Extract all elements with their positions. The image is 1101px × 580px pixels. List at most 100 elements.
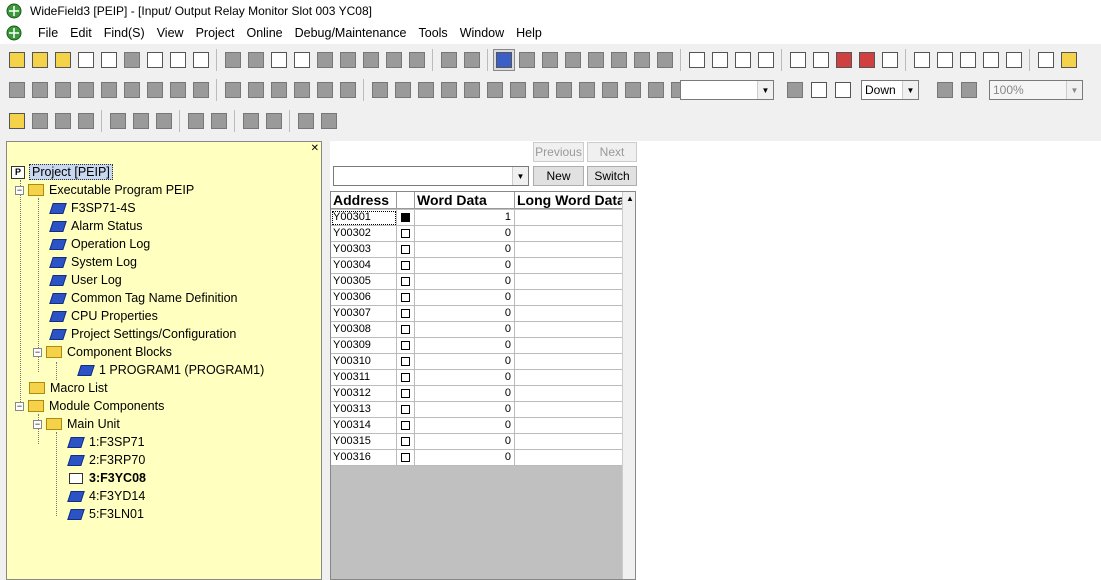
cell-long-word-data[interactable]: 0 [515,226,635,242]
cell-address[interactable]: Y00310 [331,354,397,370]
cell-bit[interactable] [397,258,415,274]
cell-bit[interactable] [397,386,415,402]
cell-address[interactable]: Y00305 [331,274,397,290]
force-off-icon[interactable] [934,49,956,71]
cell-bit[interactable] [397,226,415,242]
zoom-in-icon[interactable] [585,49,607,71]
next-button[interactable]: Next [587,142,637,162]
tree-item-operation-log[interactable]: Operation Log [49,235,150,253]
compare-icon[interactable] [415,79,437,101]
zoom-out-icon[interactable] [608,49,630,71]
list-icon[interactable] [383,49,405,71]
traffic-light-icon[interactable] [833,49,855,71]
tree-module-3[interactable]: 3:F3YC08 [69,469,146,487]
orn-icon[interactable] [98,79,120,101]
cell-address[interactable]: Y00312 [331,386,397,402]
monitor-icon[interactable] [190,49,212,71]
cell-word-data[interactable]: 0 [415,402,515,418]
cell-long-word-data[interactable]: 0 [515,274,635,290]
upload-icon[interactable] [810,49,832,71]
bit-checkbox[interactable] [401,437,410,446]
table-row[interactable]: Y00309 00 [331,338,635,354]
jump-icon[interactable] [631,49,653,71]
instruction-icon[interactable] [562,49,584,71]
cell-long-word-data[interactable]: 1 [515,210,635,226]
table-row[interactable]: Y00315 00 [331,434,635,450]
cell-bit[interactable] [397,450,415,466]
cell-bit[interactable] [397,210,415,226]
cell-word-data[interactable]: 0 [415,242,515,258]
cell-bit[interactable] [397,434,415,450]
cnt-icon[interactable] [291,79,313,101]
paste-special-icon[interactable] [314,49,336,71]
shift-icon[interactable] [438,79,460,101]
binoculars-icon[interactable] [784,79,806,101]
or-icon[interactable] [75,79,97,101]
tree-module-4[interactable]: 4:F3YD14 [67,487,145,505]
zoom-in-icon[interactable] [934,79,956,101]
rst-icon[interactable] [337,79,359,101]
header-address[interactable]: Address [331,192,397,209]
cell-bit[interactable] [397,418,415,434]
menu-file[interactable]: File [32,26,64,40]
comment-icon[interactable] [295,110,317,132]
cell-address[interactable]: Y00304 [331,258,397,274]
chevron-down-icon[interactable]: ▼ [512,167,528,185]
cell-word-data[interactable]: 0 [415,370,515,386]
tree-component-blocks[interactable]: − Component Blocks [33,343,172,361]
cell-long-word-data[interactable]: 0 [515,322,635,338]
cell-bit[interactable] [397,354,415,370]
tree-module-1[interactable]: 1:F3SP71 [67,433,145,451]
falling-edge-icon[interactable] [392,79,414,101]
cell-word-data[interactable]: 0 [415,226,515,242]
dwn-icon[interactable] [645,79,667,101]
cell-long-word-data[interactable]: 0 [515,354,635,370]
branch-open-icon[interactable] [553,79,575,101]
trace-stop-icon[interactable] [980,49,1002,71]
table-row[interactable]: Y00303 00 [331,242,635,258]
bit-checkbox[interactable] [401,277,410,286]
header-bit[interactable] [397,192,415,209]
ld-icon[interactable] [29,79,51,101]
chevron-down-icon[interactable]: ▼ [1066,81,1082,99]
table-row[interactable]: Y00305 00 [331,274,635,290]
vertical-scrollbar[interactable]: ▲ [622,192,635,579]
tree-item-common-tag-name[interactable]: Common Tag Name Definition [49,289,238,307]
help-icon[interactable] [1058,49,1080,71]
chevron-down-icon[interactable]: ▼ [757,81,773,99]
bit-checkbox[interactable] [401,405,410,414]
up-icon[interactable] [622,79,644,101]
cell-word-data[interactable]: 1 [415,210,515,226]
copy-icon[interactable] [268,49,290,71]
cell-bit[interactable] [397,338,415,354]
bit-checkbox[interactable] [401,341,410,350]
table-row[interactable]: Y00311 00 [331,370,635,386]
menu-tools[interactable]: Tools [413,26,454,40]
move-down-icon[interactable] [185,110,207,132]
cell-word-data[interactable]: 0 [415,418,515,434]
cell-word-data[interactable]: 0 [415,386,515,402]
print-preview-icon[interactable] [167,49,189,71]
cell-long-word-data[interactable]: 0 [515,418,635,434]
scroll-up-icon[interactable]: ▲ [623,192,635,206]
cell-word-data[interactable]: 0 [415,354,515,370]
bit-checkbox[interactable] [401,213,410,222]
tree-macro-list[interactable]: Macro List [29,379,108,397]
cell-bit[interactable] [397,290,415,306]
window-4-icon[interactable] [75,110,97,132]
menu-help[interactable]: Help [510,26,548,40]
menu-view[interactable]: View [151,26,190,40]
tree-item-user-log[interactable]: User Log [49,271,122,289]
cell-bit[interactable] [397,370,415,386]
tools-icon[interactable] [879,49,901,71]
comment-edit-icon[interactable] [318,110,340,132]
find-window-icon[interactable] [832,79,854,101]
relay-monitor-grid[interactable]: Address Word Data Long Word Data Y00301 1… [330,191,636,580]
cell-word-data[interactable]: 0 [415,434,515,450]
cell-address[interactable]: Y00313 [331,402,397,418]
previous-button[interactable]: Previous [533,142,584,162]
menu-edit[interactable]: Edit [64,26,98,40]
or2-icon[interactable] [121,79,143,101]
tree-item-cpu-properties[interactable]: CPU Properties [49,307,158,325]
tree-root[interactable]: P Project [PEIP] [11,163,113,181]
